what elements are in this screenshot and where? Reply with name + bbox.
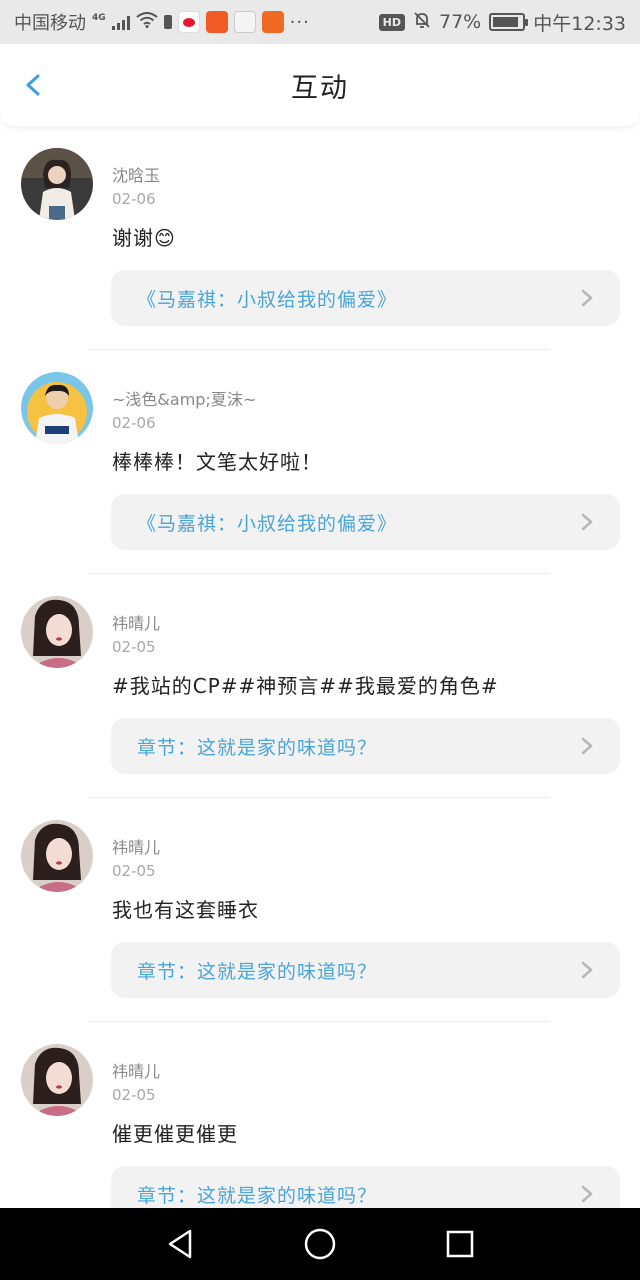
- story-link-card[interactable]: 《马嘉祺：小叔给我的偏爱》: [111, 494, 620, 550]
- user-name: 祎晴儿: [112, 838, 161, 857]
- app-notification-icon: [233, 11, 256, 33]
- screen: 中国移动 4G ··· HD 77% 中午12:33 互动 沈晗玉 02-06 …: [0, 0, 640, 1280]
- nav-home-icon[interactable]: [300, 1224, 340, 1264]
- comment-text: 谢谢😊: [112, 226, 176, 250]
- list-item[interactable]: ~浅色&amp;夏沫~ 02-06 棒棒棒！文笔太好啦！ 《马嘉祺：小叔给我的偏…: [0, 350, 640, 574]
- app-notification-icon: [261, 11, 284, 33]
- comment-text: #我站的CP##神预言##我最爱的角色#: [112, 674, 499, 698]
- clock: 中午12:33: [533, 12, 626, 35]
- battery-percent: 77%: [439, 11, 482, 33]
- hd-badge: HD: [378, 13, 405, 31]
- chevron-right-icon: [580, 288, 594, 308]
- carrier-label: 中国移动: [14, 13, 86, 34]
- chevron-right-icon: [580, 960, 594, 980]
- chapter-link-title: 章节：这就是家的味道吗？: [137, 1184, 378, 1207]
- sim-icon: [163, 15, 172, 29]
- story-link-card[interactable]: 《马嘉祺：小叔给我的偏爱》: [111, 270, 620, 326]
- nav-back-icon[interactable]: [160, 1224, 200, 1264]
- app-notification-icon: [205, 11, 228, 33]
- list-item[interactable]: 祎晴儿 02-05 #我站的CP##神预言##我最爱的角色# 章节：这就是家的味…: [0, 574, 640, 798]
- wifi-icon: [136, 12, 158, 32]
- chapter-link-card[interactable]: 章节：这就是家的味道吗？: [111, 718, 620, 774]
- chapter-link-card[interactable]: 章节：这就是家的味道吗？: [111, 1166, 620, 1208]
- mute-bell-icon: [413, 11, 431, 33]
- interaction-list: 沈晗玉 02-06 谢谢😊 《马嘉祺：小叔给我的偏爱》 ~浅色&amp;夏沫~ …: [0, 126, 640, 1208]
- avatar[interactable]: [21, 372, 93, 444]
- system-nav-bar: [0, 1208, 640, 1280]
- comment-text: 棒棒棒！文笔太好啦！: [112, 450, 322, 474]
- avatar[interactable]: [21, 820, 93, 892]
- status-bar-right: HD 77% 中午12:33: [378, 9, 626, 36]
- avatar[interactable]: [21, 148, 93, 220]
- comment-text: 我也有这套睡衣: [112, 898, 259, 922]
- more-notifications-icon: ···: [289, 11, 310, 33]
- story-link-title: 《马嘉祺：小叔给我的偏爱》: [137, 512, 398, 535]
- comment-text: 催更催更催更: [112, 1122, 238, 1146]
- page-title: 互动: [291, 72, 349, 104]
- comment-date: 02-05: [112, 862, 156, 880]
- comment-date: 02-05: [112, 638, 156, 656]
- comment-date: 02-06: [112, 414, 156, 432]
- network-type: 4G: [92, 13, 106, 23]
- status-bar-left: 中国移动 4G ···: [14, 9, 310, 35]
- comment-date: 02-05: [112, 1086, 156, 1104]
- chevron-right-icon: [580, 512, 594, 532]
- battery-icon: [489, 13, 529, 31]
- chapter-link-title: 章节：这就是家的味道吗？: [137, 960, 378, 983]
- chevron-right-icon: [580, 736, 594, 756]
- list-item[interactable]: 沈晗玉 02-06 谢谢😊 《马嘉祺：小叔给我的偏爱》: [0, 126, 640, 350]
- nav-recents-icon[interactable]: [440, 1224, 480, 1264]
- signal-icon: [111, 14, 130, 30]
- user-name: 沈晗玉: [112, 166, 161, 185]
- weibo-icon: [177, 11, 200, 33]
- header-bar: 互动: [0, 44, 640, 126]
- avatar[interactable]: [21, 596, 93, 668]
- chevron-right-icon: [580, 1184, 594, 1204]
- comment-date: 02-06: [112, 190, 156, 208]
- back-arrow-icon[interactable]: [22, 73, 46, 97]
- chapter-link-title: 章节：这就是家的味道吗？: [137, 736, 378, 759]
- user-name: ~浅色&amp;夏沫~: [112, 390, 257, 409]
- avatar[interactable]: [21, 1044, 93, 1116]
- story-link-title: 《马嘉祺：小叔给我的偏爱》: [137, 288, 398, 311]
- chapter-link-card[interactable]: 章节：这就是家的味道吗？: [111, 942, 620, 998]
- status-bar: 中国移动 4G ··· HD 77% 中午12:33: [0, 0, 640, 44]
- list-item[interactable]: 祎晴儿 02-05 我也有这套睡衣 章节：这就是家的味道吗？: [0, 798, 640, 1022]
- list-item[interactable]: 祎晴儿 02-05 催更催更催更 章节：这就是家的味道吗？: [0, 1022, 640, 1208]
- user-name: 祎晴儿: [112, 614, 161, 633]
- user-name: 祎晴儿: [112, 1062, 161, 1081]
